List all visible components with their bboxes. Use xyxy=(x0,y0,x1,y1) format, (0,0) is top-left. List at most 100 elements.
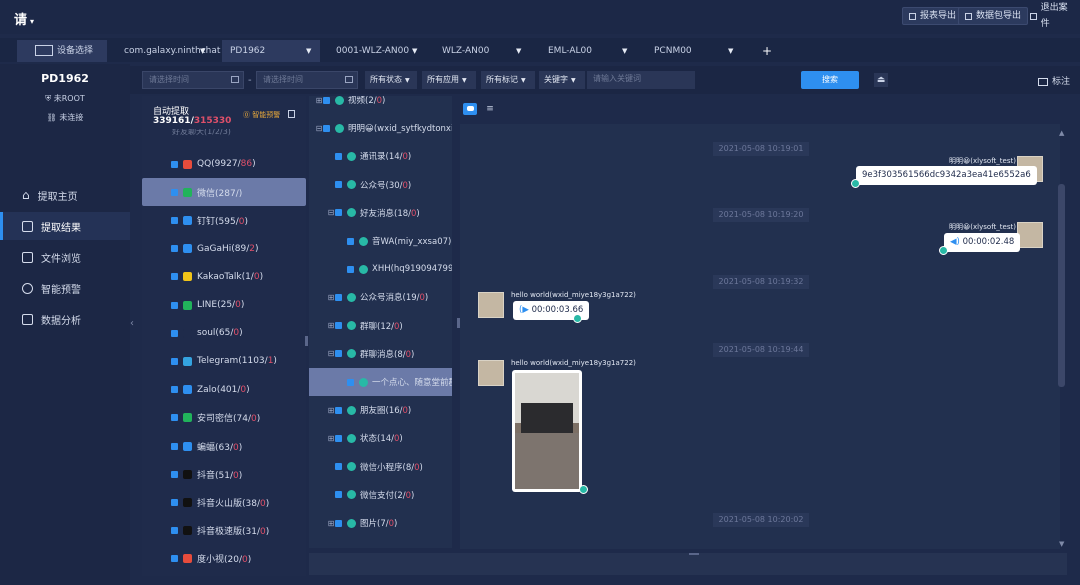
text-message-bubble[interactable]: 9e3f303561566dc9342a3ea41e6552a6 xyxy=(856,166,1037,185)
app-list-item[interactable]: KakaoTalk(1/0) xyxy=(142,263,306,291)
app-list-item[interactable]: 抖音火山版(38/0) xyxy=(142,488,306,516)
resize-handle[interactable] xyxy=(689,553,699,555)
app-select[interactable]: 所有应用 ▼ xyxy=(422,71,476,89)
tree-item[interactable]: ⊞ 公众号消息(19/0) xyxy=(309,283,452,311)
exit-case-button[interactable]: 退出案件 xyxy=(1024,3,1080,29)
expand-icon[interactable]: ⊞ xyxy=(327,519,335,528)
app-logo[interactable]: 请 ▾ xyxy=(14,9,34,28)
app-list-item[interactable]: soul(65/0) xyxy=(142,319,306,347)
app-list-item[interactable]: Zalo(401/0) xyxy=(142,376,306,404)
keyword-input[interactable]: 请输入关键词 xyxy=(587,71,695,89)
checkbox[interactable] xyxy=(335,181,342,189)
expand-icon[interactable]: ⊞ xyxy=(315,96,323,105)
checkbox[interactable] xyxy=(335,350,342,358)
nav-extract-results[interactable]: 提取结果 xyxy=(0,212,130,240)
upload-icon[interactable]: ⏏ xyxy=(874,73,888,87)
checkbox[interactable] xyxy=(171,329,178,337)
app-list-item[interactable]: 蝙蝠(63/0) xyxy=(142,432,306,460)
tree-item[interactable]: XHH(hq919094799) xyxy=(309,255,452,283)
tree-item[interactable]: 一个点心、随意堂前群 xyxy=(309,368,452,396)
app-list-item[interactable]: 度小视(20/0) xyxy=(142,545,306,573)
tree-item[interactable]: 公众号(30/0) xyxy=(309,171,452,199)
checkbox[interactable] xyxy=(171,188,178,196)
checkbox[interactable] xyxy=(171,442,178,450)
list-view-icon[interactable]: ≡ xyxy=(483,103,497,115)
expand-icon[interactable]: ⊞ xyxy=(327,434,335,443)
checkbox[interactable] xyxy=(171,386,178,394)
tree-item[interactable]: ⊞ 群聊(12/0) xyxy=(309,312,452,340)
app-list-item[interactable]: 安司密信(74/0) xyxy=(142,404,306,432)
tab-ninthchat[interactable]: com.galaxy.ninthchat ▼ xyxy=(116,40,220,62)
splitter-handle[interactable] xyxy=(305,336,308,346)
checkbox[interactable] xyxy=(171,160,178,168)
add-tab-button[interactable]: + xyxy=(756,40,780,62)
keyword-type-select[interactable]: 关键字 ▼ xyxy=(539,71,585,89)
checkbox[interactable] xyxy=(171,555,178,563)
scroll-down-icon[interactable]: ▼ xyxy=(1059,540,1064,548)
status-select[interactable]: 所有状态 ▼ xyxy=(365,71,417,89)
checkbox[interactable] xyxy=(171,273,178,281)
tab-device-select[interactable]: 设备选择 xyxy=(17,40,107,62)
voice-message-bubble[interactable]: ◀) 00:00:02.48 xyxy=(944,233,1021,252)
app-list-item[interactable]: 微信(287/) xyxy=(142,178,306,207)
checkbox[interactable] xyxy=(347,237,354,245)
nav-extract-home[interactable]: ⌂ 提取主页 xyxy=(0,181,130,209)
tab-0001-wlz-an00[interactable]: 0001-WLZ-AN00 ▼ xyxy=(328,40,428,62)
checkbox[interactable] xyxy=(335,322,342,330)
tree-item[interactable]: ⊞ 视频(2/0) xyxy=(309,96,452,114)
app-list-item[interactable]: LINE(25/0) xyxy=(142,291,306,319)
nav-smart-warning[interactable]: 智能预警 xyxy=(0,274,130,302)
expand-icon[interactable]: ⊞ xyxy=(327,293,335,302)
tree-item[interactable]: ⊟ 群聊消息(8/0) xyxy=(309,340,452,368)
report-export-button[interactable]: 报表导出 xyxy=(902,7,964,25)
image-message[interactable] xyxy=(512,370,582,492)
tree-item[interactable]: ⊟ 明明😀(wxid_sytfkydtonxi xyxy=(309,114,452,142)
checkbox[interactable] xyxy=(323,96,330,104)
tab-eml-al00[interactable]: EML-AL00 ▼ xyxy=(540,40,640,62)
checkbox[interactable] xyxy=(171,301,178,309)
tree-item[interactable]: 音WA(miy_xxsa07)(1 xyxy=(309,227,452,255)
checkbox[interactable] xyxy=(335,519,342,527)
app-list-item[interactable]: Telegram(1103/1) xyxy=(142,347,306,375)
checkbox[interactable] xyxy=(335,152,342,160)
checkbox[interactable] xyxy=(335,463,342,471)
checkbox[interactable] xyxy=(171,245,178,253)
checkbox[interactable] xyxy=(171,357,178,365)
end-time-input[interactable]: 请选择时间 xyxy=(256,71,358,89)
nav-data-analysis[interactable]: 数据分析 xyxy=(0,305,130,333)
checkbox[interactable] xyxy=(335,209,342,217)
smart-warning-button[interactable]: ⓪ 智能预警 xyxy=(243,110,280,120)
expand-icon[interactable]: ⊟ xyxy=(327,349,335,358)
checkbox[interactable] xyxy=(171,498,178,506)
app-list-item[interactable]: 抖音极速版(31/0) xyxy=(142,517,306,545)
tree-item[interactable]: 通讯录(14/0) xyxy=(309,142,452,170)
tree-item[interactable]: ⊞ 图片(7/0) xyxy=(309,509,452,537)
checkbox[interactable] xyxy=(171,470,178,478)
checkbox[interactable] xyxy=(171,527,178,535)
app-list-item[interactable]: 抖音(51/0) xyxy=(142,460,306,488)
search-button[interactable]: 搜索 xyxy=(801,71,859,89)
expand-icon[interactable]: ⊟ xyxy=(327,208,335,217)
tree-item[interactable]: ⊟ 好友消息(18/0) xyxy=(309,199,452,227)
tab-wlz-an00[interactable]: WLZ-AN00 ▼ xyxy=(434,40,534,62)
scroll-up-icon[interactable]: ▲ xyxy=(1059,129,1064,137)
app-list-item[interactable]: QQ(9927/86) xyxy=(142,150,306,178)
checkbox[interactable] xyxy=(335,406,342,414)
checkbox[interactable] xyxy=(347,378,354,386)
expand-icon[interactable]: ⊟ xyxy=(315,124,323,133)
checkbox[interactable] xyxy=(347,265,354,273)
expand-icon[interactable]: ⊞ xyxy=(327,406,335,415)
expand-icon[interactable]: ⊞ xyxy=(327,321,335,330)
checkbox[interactable] xyxy=(171,216,178,224)
checkbox[interactable] xyxy=(335,434,342,442)
tree-item[interactable]: ⊞ 朋友圈(16/0) xyxy=(309,396,452,424)
tab-pcnm00[interactable]: PCNM00 ▼ xyxy=(646,40,746,62)
trash-icon[interactable] xyxy=(288,110,295,118)
checkbox[interactable] xyxy=(323,124,330,132)
annotate-button[interactable]: 标注 xyxy=(1038,74,1070,87)
app-list-item[interactable]: GaGaHi(89/2) xyxy=(142,235,306,263)
tag-select[interactable]: 所有标记 ▼ xyxy=(481,71,535,89)
nav-file-browse[interactable]: 文件浏览 xyxy=(0,243,130,271)
app-list-item[interactable]: 钉钉(595/0) xyxy=(142,206,306,234)
chat-view-icon[interactable] xyxy=(463,103,477,115)
